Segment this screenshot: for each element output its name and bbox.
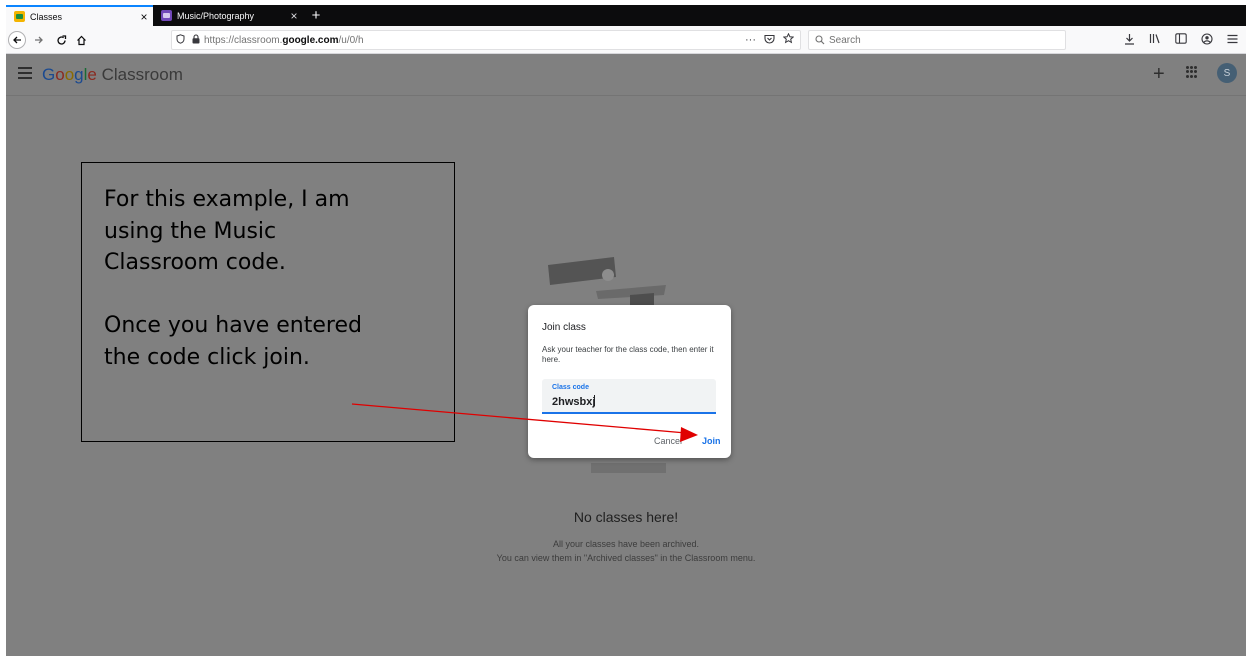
- tab-title: Music/Photography: [177, 10, 255, 21]
- forward-button[interactable]: [30, 31, 48, 49]
- join-class-dialog: Join class Ask your teacher for the clas…: [528, 305, 731, 458]
- dialog-title: Join class: [542, 322, 586, 333]
- tab-music-photography[interactable]: Music/Photography ×: [153, 5, 303, 26]
- tab-strip: Classes × Music/Photography × +: [6, 5, 1246, 26]
- add-class-button[interactable]: +: [1153, 63, 1165, 86]
- instruction-callout: For this example, I am using the Music C…: [81, 162, 455, 442]
- class-code-input[interactable]: Class code 2hwsbxj: [542, 379, 716, 414]
- empty-state-title: No classes here!: [573, 509, 679, 525]
- callout-line: Classroom code.: [104, 250, 286, 275]
- url-host: google.com: [282, 34, 339, 46]
- back-arrow-icon: [13, 36, 21, 44]
- cancel-button[interactable]: Cancel: [654, 436, 682, 446]
- avatar[interactable]: S: [1217, 63, 1237, 83]
- callout-line: Once you have entered: [104, 313, 362, 338]
- account-icon[interactable]: [1201, 32, 1213, 48]
- menu-icon[interactable]: [1227, 33, 1238, 47]
- main-menu-icon[interactable]: [18, 67, 32, 81]
- callout-line: For this example, I am: [104, 187, 350, 212]
- app-header: Google Classroom + S: [6, 55, 1246, 96]
- navigation-toolbar: https://classroom.google.com/u/0/h ··· S…: [6, 26, 1246, 54]
- download-icon[interactable]: [1124, 33, 1135, 48]
- reload-icon: [56, 34, 66, 45]
- close-tab-icon[interactable]: ×: [135, 11, 153, 23]
- search-placeholder: Search: [829, 34, 861, 46]
- dialog-description: Ask your teacher for the class code, the…: [542, 345, 714, 364]
- address-bar[interactable]: https://classroom.google.com/u/0/h ···: [171, 30, 801, 50]
- forward-arrow-icon: [35, 36, 43, 44]
- sidebar-icon[interactable]: [1175, 33, 1187, 47]
- close-tab-icon[interactable]: ×: [285, 10, 303, 22]
- callout-line: the code click join.: [104, 344, 310, 370]
- callout-text: For this example, I am using the Music C…: [104, 184, 444, 373]
- lock-icon[interactable]: [188, 33, 204, 47]
- search-input[interactable]: Search: [808, 30, 1066, 50]
- apps-grid-icon[interactable]: [1186, 66, 1198, 78]
- join-button[interactable]: Join: [702, 436, 721, 446]
- tab-classes[interactable]: Classes ×: [6, 5, 153, 26]
- reload-button[interactable]: [52, 31, 70, 49]
- empty-state-message: All your classes have been archived.: [552, 539, 700, 549]
- back-button[interactable]: [8, 31, 26, 49]
- url-prefix: https://classroom.: [204, 34, 283, 46]
- new-tab-button[interactable]: +: [306, 5, 326, 26]
- text-caret: [594, 395, 596, 406]
- home-button[interactable]: [72, 31, 90, 49]
- home-icon: [76, 35, 86, 45]
- url-text: https://classroom.google.com/u/0/h: [204, 35, 364, 46]
- shield-icon[interactable]: [172, 33, 188, 47]
- bookmark-star-icon[interactable]: [782, 32, 795, 47]
- search-icon: [815, 35, 825, 45]
- empty-state-hint: You can view them in "Archived classes" …: [496, 553, 756, 563]
- class-code-label: Class code: [552, 384, 589, 391]
- pocket-icon[interactable]: [764, 34, 775, 47]
- google-classroom-logo[interactable]: Google Classroom: [42, 65, 183, 85]
- tab-title: Classes: [30, 11, 63, 22]
- classroom-favicon-icon: [161, 10, 172, 21]
- classroom-favicon-icon: [14, 11, 25, 22]
- url-path: /u/0/h: [338, 34, 364, 46]
- callout-line: using the Music: [104, 218, 277, 244]
- page-actions: ···: [745, 31, 795, 49]
- page-actions-menu-icon[interactable]: ···: [745, 34, 756, 46]
- toolbar-icons: [1124, 30, 1238, 50]
- class-code-value: 2hwsbxj: [552, 395, 596, 408]
- library-icon[interactable]: [1149, 33, 1161, 47]
- browser-window: Classes × Music/Photography × + https://…: [6, 5, 1246, 656]
